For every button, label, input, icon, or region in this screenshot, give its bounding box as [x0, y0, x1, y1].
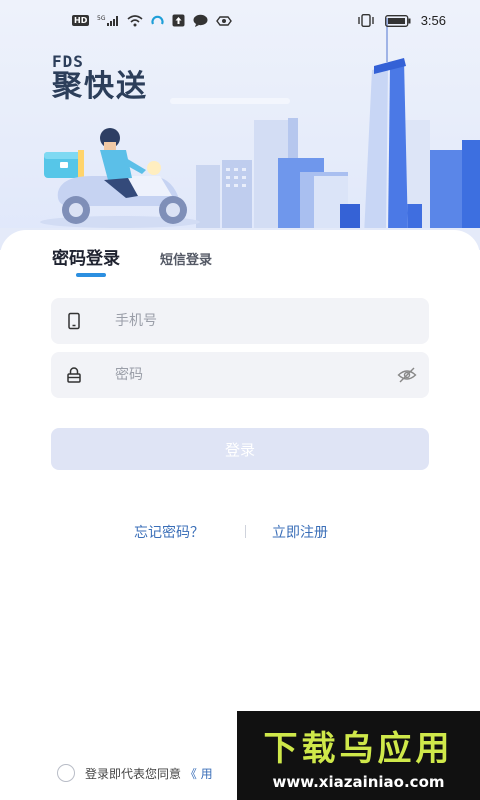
agreement-label: 登录即代表您同意 [85, 766, 182, 781]
agreement-row: 登录即代表您同意 《 用 [57, 764, 213, 782]
phone-field[interactable] [51, 298, 429, 344]
agreement-link[interactable]: 《 用 [185, 767, 213, 781]
brand-name: 聚快送 [52, 69, 148, 104]
signal-icon: 5G [97, 15, 119, 27]
forgot-password-link[interactable]: 忘记密码？ [134, 522, 204, 542]
password-field[interactable] [51, 352, 429, 398]
login-button[interactable]: 登录 [51, 428, 429, 470]
status-right-icons: 3:56 [357, 13, 446, 28]
lock-icon [67, 367, 81, 383]
upload-icon [172, 14, 185, 27]
vibrate-icon [357, 14, 375, 27]
agreement-text: 登录即代表您同意 《 用 [85, 765, 213, 782]
auth-links: 忘记密码？ 立即注册 [0, 522, 480, 542]
chat-icon [193, 14, 208, 27]
brand-abbreviation: FDS [52, 52, 84, 71]
brand-decoration [170, 98, 290, 104]
status-bar: HD 5G 3:56 [0, 0, 480, 44]
battery-icon [384, 14, 411, 27]
links-separator [245, 525, 246, 538]
agreement-checkbox[interactable] [57, 764, 75, 782]
status-left-icons: HD 5G [72, 14, 233, 27]
cloud-icon [216, 14, 233, 27]
svg-text:5G: 5G [97, 15, 106, 22]
hero-banner: HD 5G 3:56 FDS 聚快送 [0, 0, 480, 250]
watermark-overlay: 下载乌应用 www.xiazainiao.com [237, 711, 480, 800]
hd-badge: HD [72, 15, 90, 26]
eye-hidden-icon[interactable] [397, 365, 417, 385]
clock: 3:56 [420, 13, 446, 28]
password-input[interactable] [115, 352, 395, 398]
register-link[interactable]: 立即注册 [272, 522, 328, 542]
watermark-url: www.xiazainiao.com [272, 773, 445, 791]
tab-sms-login[interactable]: 短信登录 [160, 249, 212, 268]
phone-input[interactable] [115, 298, 395, 344]
app-icon [151, 14, 164, 27]
login-tabs: 密码登录 短信登录 [52, 244, 212, 269]
active-tab-indicator [76, 273, 106, 277]
tab-password-login[interactable]: 密码登录 [52, 244, 120, 269]
wifi-icon [127, 14, 143, 27]
watermark-title: 下载乌应用 [263, 729, 454, 769]
phone-icon [68, 312, 80, 330]
brand-logo: FDS 聚快送 [52, 52, 290, 104]
